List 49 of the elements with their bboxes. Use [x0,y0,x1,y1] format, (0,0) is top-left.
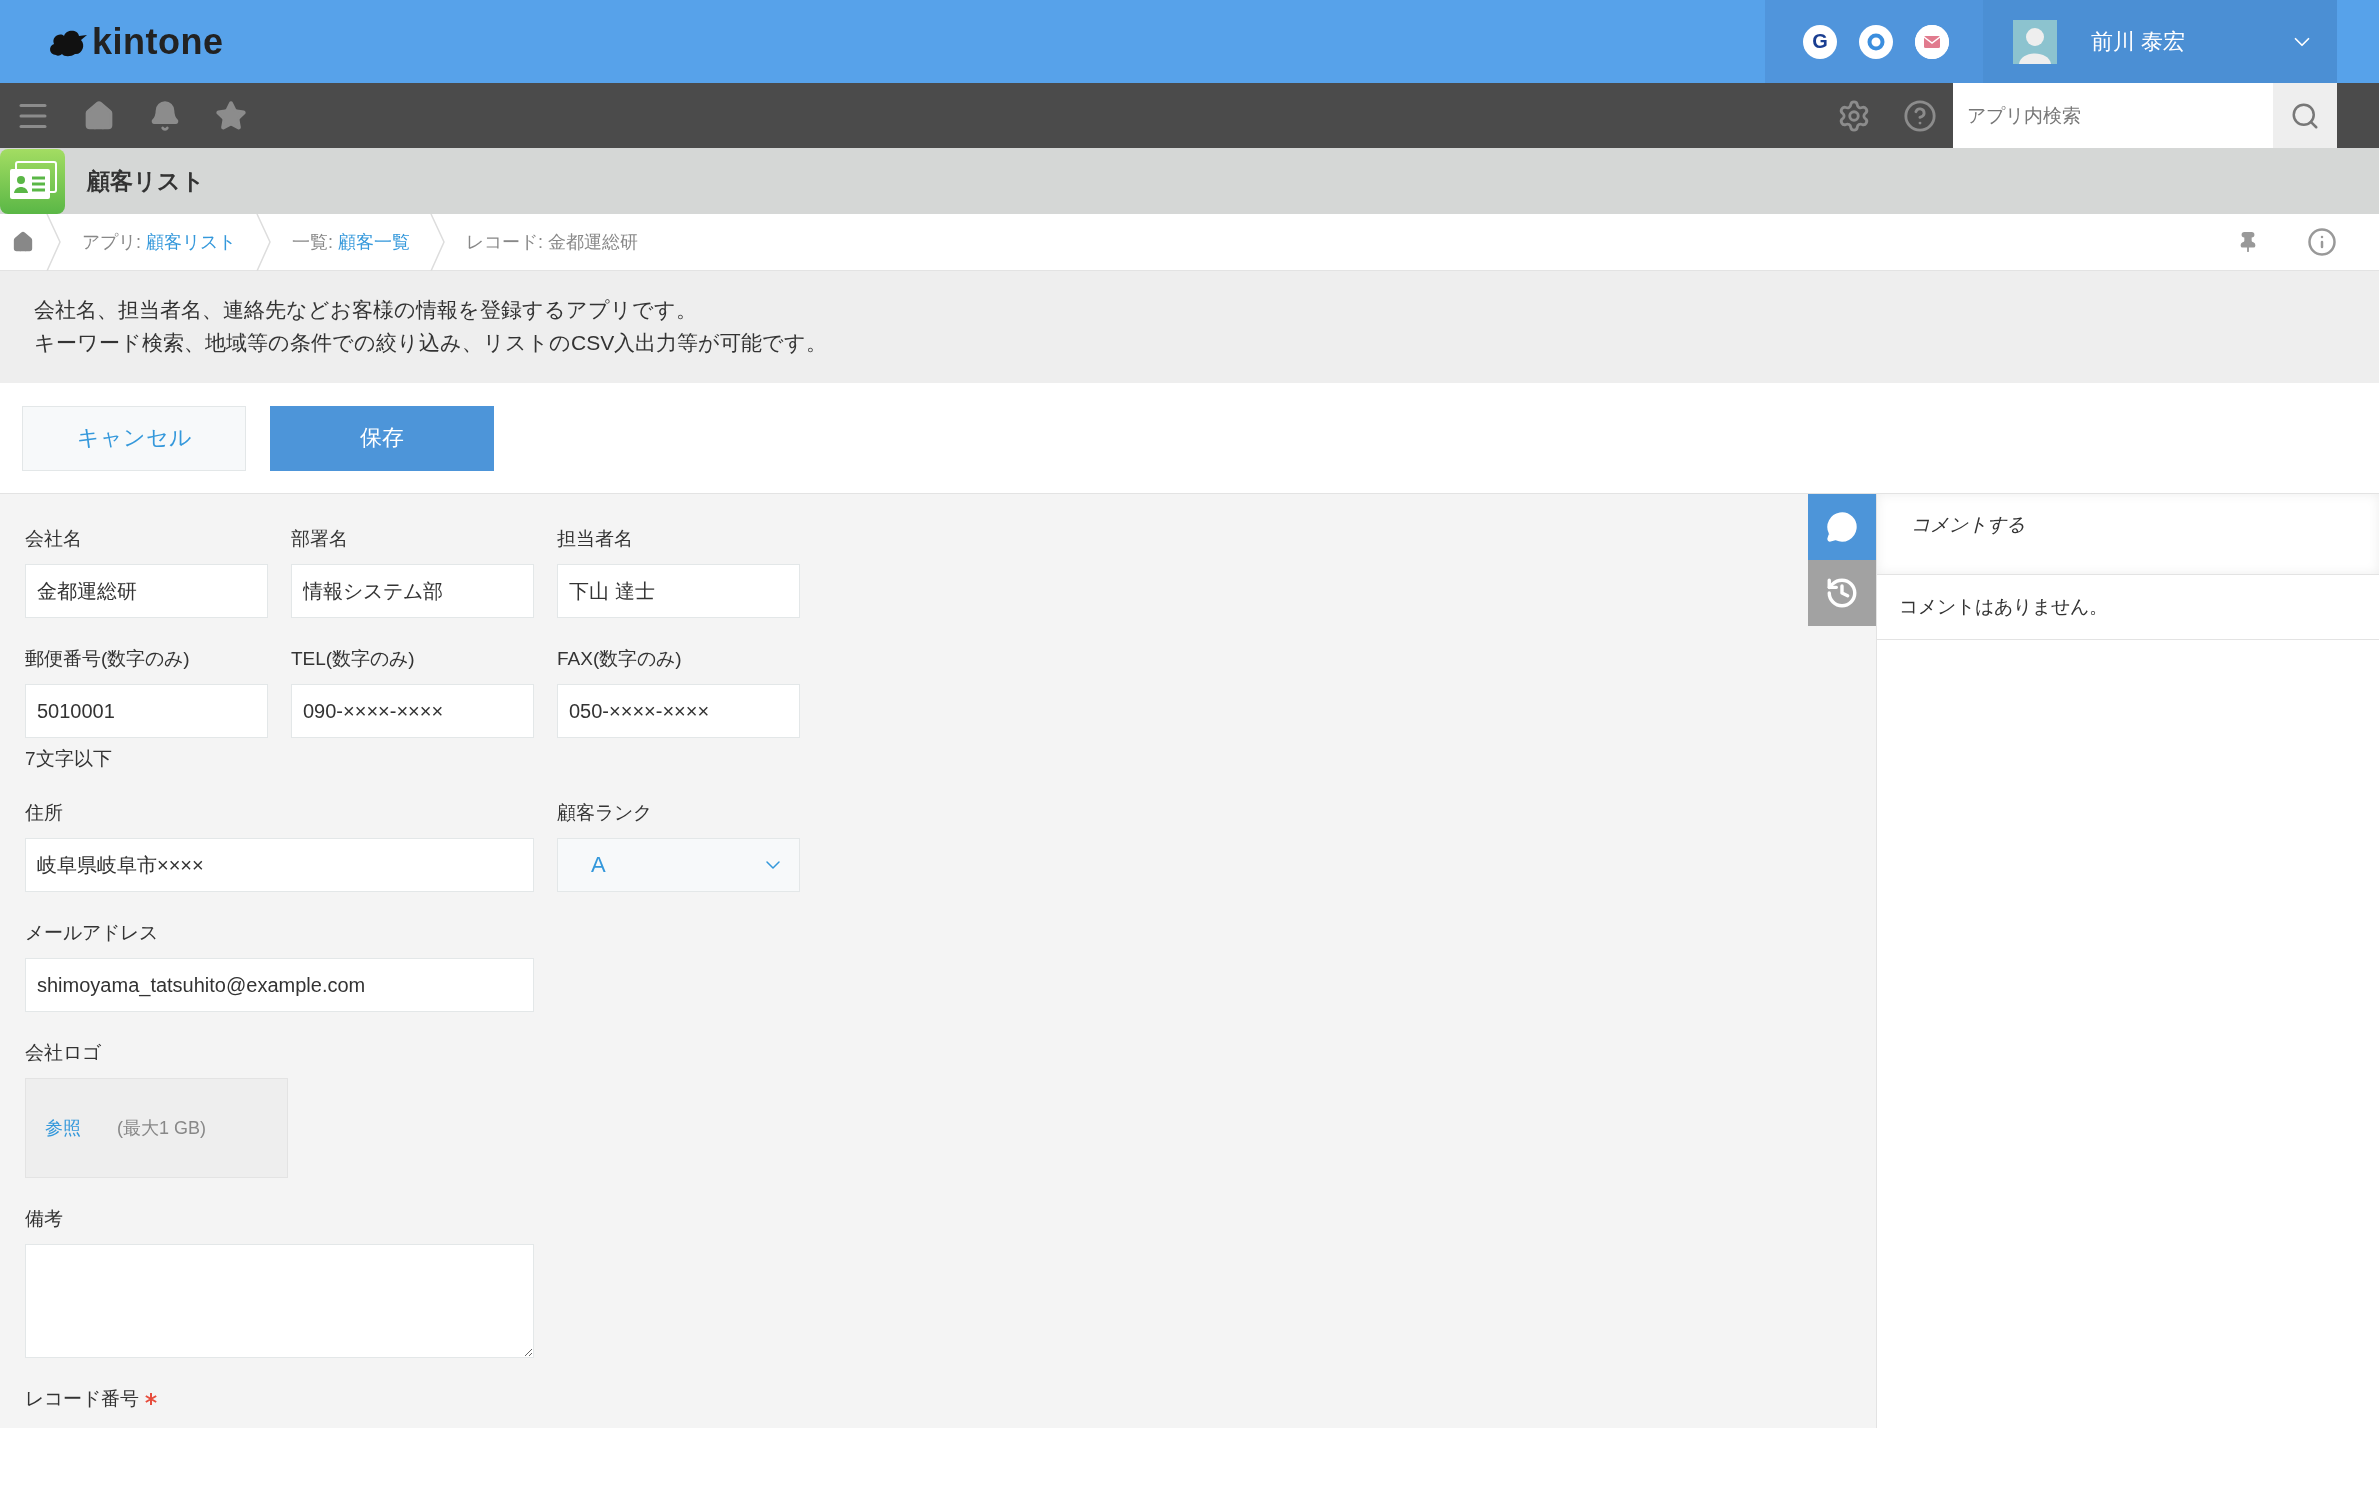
history-tab[interactable] [1808,560,1876,626]
star-icon[interactable] [215,99,247,132]
file-size-note: (最大1 GB) [117,1117,206,1140]
search-button[interactable] [2273,83,2337,148]
help-icon[interactable] [1903,98,1937,133]
app-description: キーワード検索、地域等の条件での絞り込み、リストのCSV入出力等が可能です。 [34,330,829,356]
user-avatar[interactable] [2013,19,2057,64]
kintone-logo: kintone [92,20,224,63]
settings-icon[interactable] [1837,98,1871,133]
field-label-text: 郵便番号(数字のみ) [25,647,190,671]
field-label-text: FAX(数字のみ) [557,647,682,671]
text-field[interactable]: 下山 達士 [557,564,800,618]
text-field[interactable]: 050-××××-×××× [557,684,800,738]
home-icon[interactable] [12,231,34,253]
app-description: 会社名、担当者名、連絡先などお客様の情報を登録するアプリです。 [34,297,698,323]
history-icon [1825,576,1859,610]
breadcrumb-item[interactable]: 一覧: 顧客一覧 [272,230,431,254]
speech-bubble-icon [1826,511,1858,543]
info-icon[interactable] [2307,227,2337,257]
field-label-text: メールアドレス [25,921,158,945]
search-field[interactable]: アプリ内検索 [1953,83,2273,148]
text-field[interactable]: 5010001 [25,684,268,738]
text-field[interactable]: 金都運総研 [25,564,268,618]
notes-field[interactable] [25,1244,534,1358]
text-field[interactable]: shimoyama_tatsuhito@example.com [25,958,534,1012]
mail-icon[interactable] [1915,24,1949,59]
service-letter-icon[interactable]: G [1803,24,1837,59]
text-field[interactable]: 090-××××-×××× [291,684,534,738]
field-label-text: 備考 [25,1207,63,1231]
app-title: 顧客リスト [87,166,205,196]
home-icon[interactable] [83,99,115,132]
field-label-text: 会社ロゴ [25,1041,101,1065]
ring-icon[interactable] [1859,24,1893,59]
field-hint: 7文字以下 [25,747,113,771]
text-field[interactable]: 情報システム部 [291,564,534,618]
field-label-text: レコード番号 [25,1387,139,1411]
field-label-text: 顧客ランク [557,801,652,825]
bell-icon[interactable] [149,99,181,132]
field-label-text: 住所 [25,801,63,825]
breadcrumb-item[interactable]: アプリ: 顧客リスト [62,230,256,254]
no-comments-message: コメントはありません。 [1877,575,2379,640]
comments-tab[interactable] [1808,494,1876,560]
breadcrumb-item: レコード: 金都運総研 [465,231,640,254]
field-label-text: 会社名 [25,527,82,551]
field-label-text: TEL(数字のみ) [291,647,415,671]
comment-input[interactable]: コメントする [1877,494,2379,575]
field-label-text: 担当者名 [557,527,633,551]
text-field[interactable]: 岐阜県岐阜市×××× [25,838,534,892]
field-label-text: 部署名 [291,527,348,551]
